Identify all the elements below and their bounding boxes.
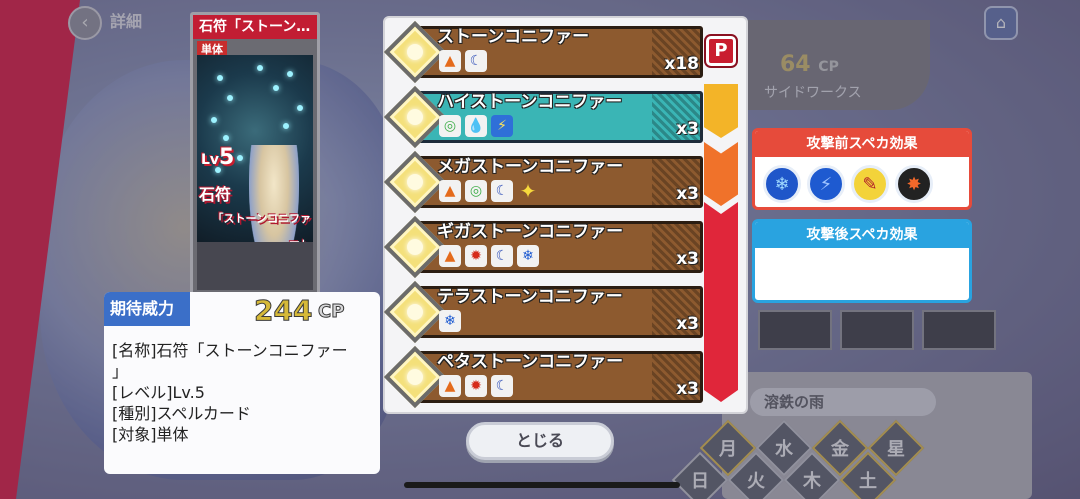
- power-p-icon: P: [706, 36, 736, 66]
- home-indicator-bar[interactable]: [404, 482, 680, 488]
- spell-name: ストーンコニファー: [437, 27, 590, 47]
- spell-count: x3: [676, 119, 699, 139]
- spell-count: x3: [676, 314, 699, 334]
- spell-row[interactable]: テラストーンコニファー ❄ x3: [383, 280, 707, 344]
- card-bottom-frame: [197, 242, 313, 290]
- spell-count: x3: [676, 184, 699, 204]
- spell-element-icons: ▲ ✹ ☾: [439, 375, 513, 397]
- wind-icon: ◎: [465, 180, 487, 202]
- spell-count: x18: [664, 54, 699, 74]
- info-panel: 期待威力 244 CP [名称]石符「ストーンコニファー 」 [レベル]Lv.5…: [104, 292, 380, 474]
- spell-element-icons: ▲ ◎ ☾ ✦: [439, 179, 539, 203]
- feather-icon[interactable]: ✎: [851, 165, 889, 203]
- expected-power-unit: CP: [317, 301, 345, 323]
- fire-icon: ▲: [439, 180, 461, 202]
- star-icon: ✦: [519, 179, 537, 203]
- spell-name: テラストーンコニファー: [437, 287, 623, 307]
- info-line: [レベル]Lv.5: [112, 383, 205, 402]
- spell-name: メガストーンコニファー: [437, 157, 624, 177]
- info-line: [対象]単体: [112, 425, 189, 444]
- gauge-segment: [704, 142, 738, 206]
- spell-name: ハイストーンコニファー: [437, 92, 623, 112]
- spell-name: ギガストーンコニファー: [437, 222, 624, 242]
- info-line: 」: [112, 362, 129, 381]
- fire-icon: ▲: [439, 245, 461, 267]
- pre-attack-effect-title: 攻撃前スペカ効果: [755, 131, 969, 157]
- spell-element-icons: ◎ 💧 ⚡: [439, 115, 513, 137]
- info-line: [名称]石符「ストーンコニファー: [112, 341, 348, 360]
- spell-element-icons: ▲ ☾: [439, 50, 487, 72]
- fire-icon: ▲: [439, 50, 461, 72]
- expected-power-value: 244: [253, 294, 313, 328]
- spell-card-preview: 石符「ストーン… 単体 Lv5 石符 「ストーンコニファー」: [190, 12, 320, 297]
- spell-row[interactable]: ハイストーンコニファー ◎ 💧 ⚡ x3: [383, 85, 707, 149]
- power-gauge: [704, 84, 738, 402]
- moon-icon: ☾: [491, 245, 513, 267]
- gauge-segment: [704, 202, 738, 402]
- info-line: [種別]スペルカード: [112, 404, 251, 423]
- spell-count: x3: [676, 379, 699, 399]
- snowflake-icon[interactable]: ❄: [763, 165, 801, 203]
- spell-row[interactable]: ギガストーンコニファー ▲ ✹ ☾ ❄ x3: [383, 215, 707, 279]
- fire-icon[interactable]: ✸: [895, 165, 933, 203]
- card-level: Lv5: [201, 145, 235, 170]
- spell-row[interactable]: メガストーンコニファー ▲ ◎ ☾ ✦ x3: [383, 150, 707, 214]
- info-details: [名称]石符「ストーンコニファー 」 [レベル]Lv.5 [種別]スペルカード …: [112, 340, 374, 445]
- expected-power-label: 期待威力: [104, 292, 190, 326]
- spell-count: x3: [676, 249, 699, 269]
- pre-attack-effect-box: 攻撃前スペカ効果 ❄ ⚡ ✎ ✸: [752, 128, 972, 210]
- water-icon: 💧: [465, 115, 487, 137]
- ice-icon: ❄: [517, 245, 539, 267]
- moon-icon: ☾: [465, 50, 487, 72]
- gauge-segment: [704, 84, 738, 138]
- post-attack-effect-box: 攻撃後スペカ効果: [752, 219, 972, 303]
- ice-icon: ❄: [439, 310, 461, 332]
- spell-list-panel: ストーンコニファー ▲ ☾ x18 ハイストーンコニファー ◎ 💧 ⚡ x3 メガストーンコニファ…: [383, 16, 748, 414]
- spell-row[interactable]: ペタストーンコニファー ▲ ✹ ☾ x3: [383, 345, 707, 409]
- bolt-icon: ⚡: [491, 115, 513, 137]
- sun-icon: ✹: [465, 245, 487, 267]
- bolt-icon[interactable]: ⚡: [807, 165, 845, 203]
- fire-icon: ▲: [439, 375, 461, 397]
- post-attack-effect-title: 攻撃後スペカ効果: [755, 222, 969, 248]
- sun-icon: ✹: [465, 375, 487, 397]
- spell-row[interactable]: ストーンコニファー ▲ ☾ x18: [383, 20, 707, 84]
- moon-icon: ☾: [491, 375, 513, 397]
- close-button[interactable]: とじる: [466, 422, 614, 460]
- spell-element-icons: ❄: [439, 310, 461, 332]
- moon-icon: ☾: [491, 180, 513, 202]
- card-header: 石符「ストーン…: [193, 15, 317, 39]
- spell-element-icons: ▲ ✹ ☾ ❄: [439, 245, 539, 267]
- wind-icon: ◎: [439, 115, 461, 137]
- spell-name: ペタストーンコニファー: [437, 352, 624, 372]
